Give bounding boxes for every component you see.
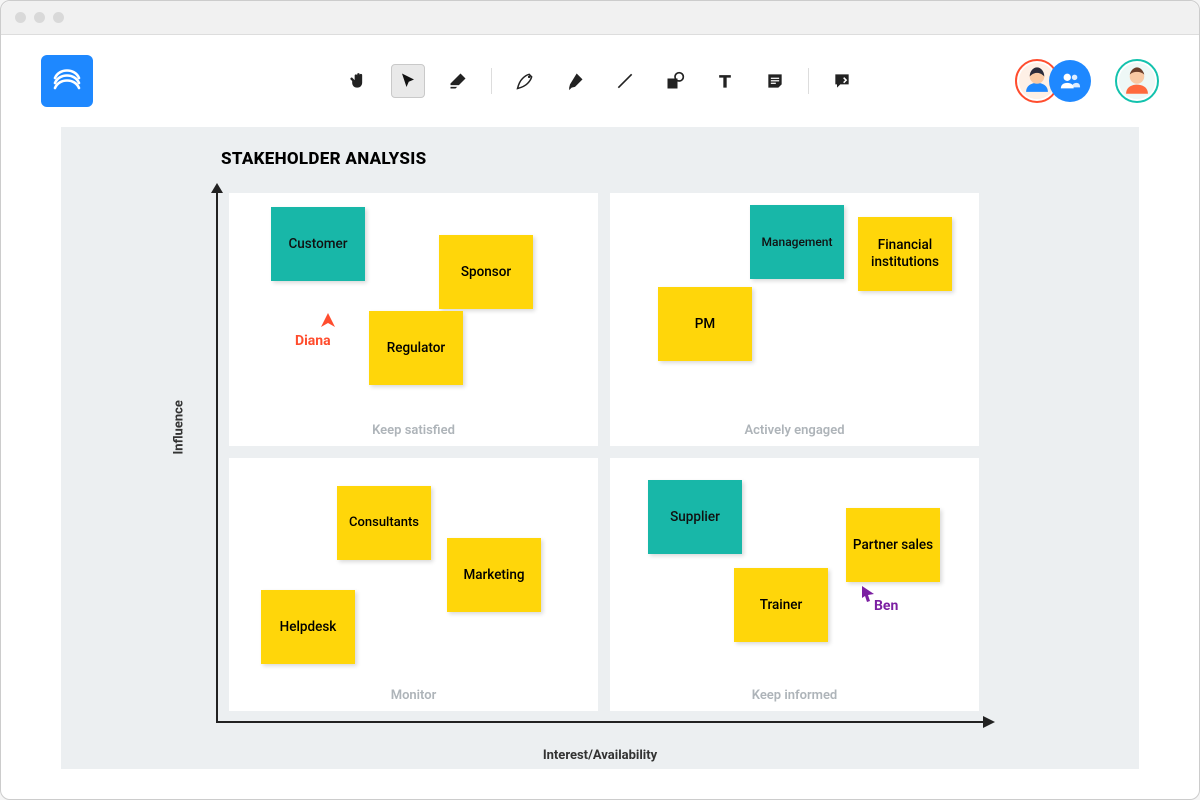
shape-tool-button[interactable] [658,64,692,98]
app-header [1,35,1199,127]
pointer-tool-button[interactable] [391,64,425,98]
note-trainer[interactable]: Trainer [734,568,828,642]
sticky-note-tool-button[interactable] [758,64,792,98]
quadrant-label: Actively engaged [744,423,844,438]
marker-tool-button[interactable] [558,64,592,98]
note-financial[interactable]: Financial institutions [858,217,952,291]
comment-tool-button[interactable] [825,64,859,98]
note-regulator[interactable]: Regulator [369,311,463,385]
pen-tool-button[interactable] [508,64,542,98]
pointer-icon [399,72,417,90]
toolbar [341,64,859,98]
collab-cursor-ben-label: Ben [874,598,898,614]
eraser-icon [448,71,468,91]
note-sponsor[interactable]: Sponsor [439,235,533,309]
quadrant-actively-engaged: Management Financial institutions PM Act… [610,193,979,446]
share-button[interactable] [1049,60,1091,102]
text-icon [715,71,735,91]
sticky-note-icon [765,71,785,91]
collab-cursor-diana-icon [319,311,337,329]
diagram-title: STAKEHOLDER ANALYSIS [221,149,427,169]
text-tool-button[interactable] [708,64,742,98]
collab-cursor-diana-label: Diana [295,333,331,349]
y-axis-line [216,189,218,721]
eraser-tool-button[interactable] [441,64,475,98]
toolbar-separator [491,68,492,94]
quadrant-grid: Customer Sponsor Regulator Diana Keep sa… [229,193,979,711]
avatar-ben[interactable] [1115,59,1159,103]
note-marketing[interactable]: Marketing [447,538,541,612]
avatar-ben-icon [1117,59,1157,103]
marker-icon [565,71,585,91]
quadrant-monitor: Consultants Marketing Helpdesk Monitor [229,458,598,711]
note-partner[interactable]: Partner sales [846,508,940,582]
comment-icon [832,71,852,91]
app-window: STAKEHOLDER ANALYSIS Influence Interest/… [0,0,1200,800]
collaborator-avatars [1015,59,1159,103]
hand-tool-button[interactable] [341,64,375,98]
note-management[interactable]: Management [750,205,844,279]
logo-swirl-icon [49,63,85,99]
window-dot [34,12,45,23]
quadrant-keep-informed: Supplier Partner sales Trainer Ben Keep … [610,458,979,711]
x-axis-label: Interest/Availability [543,748,657,763]
hand-icon [348,71,368,91]
x-axis-arrowhead-icon [983,716,995,728]
note-consultants[interactable]: Consultants [337,486,431,560]
pen-icon [515,71,535,91]
whiteboard-canvas[interactable]: STAKEHOLDER ANALYSIS Influence Interest/… [61,127,1139,769]
quadrant-label: Keep satisfied [372,423,455,438]
window-dot [15,12,26,23]
line-icon [615,71,635,91]
note-customer[interactable]: Customer [271,207,365,281]
toolbar-separator [808,68,809,94]
note-helpdesk[interactable]: Helpdesk [261,590,355,664]
shape-icon [665,71,685,91]
app-logo[interactable] [41,55,93,107]
x-axis-line [216,721,986,723]
line-tool-button[interactable] [608,64,642,98]
avatar-group [1015,59,1091,103]
quadrant-keep-satisfied: Customer Sponsor Regulator Diana Keep sa… [229,193,598,446]
window-dot [53,12,64,23]
window-titlebar [1,1,1199,35]
note-pm[interactable]: PM [658,287,752,361]
y-axis-label: Influence [172,400,187,454]
note-supplier[interactable]: Supplier [648,480,742,554]
quadrant-label: Monitor [391,688,437,703]
y-axis-arrowhead-icon [211,183,223,195]
people-icon [1059,70,1081,92]
quadrant-label: Keep informed [752,688,838,703]
